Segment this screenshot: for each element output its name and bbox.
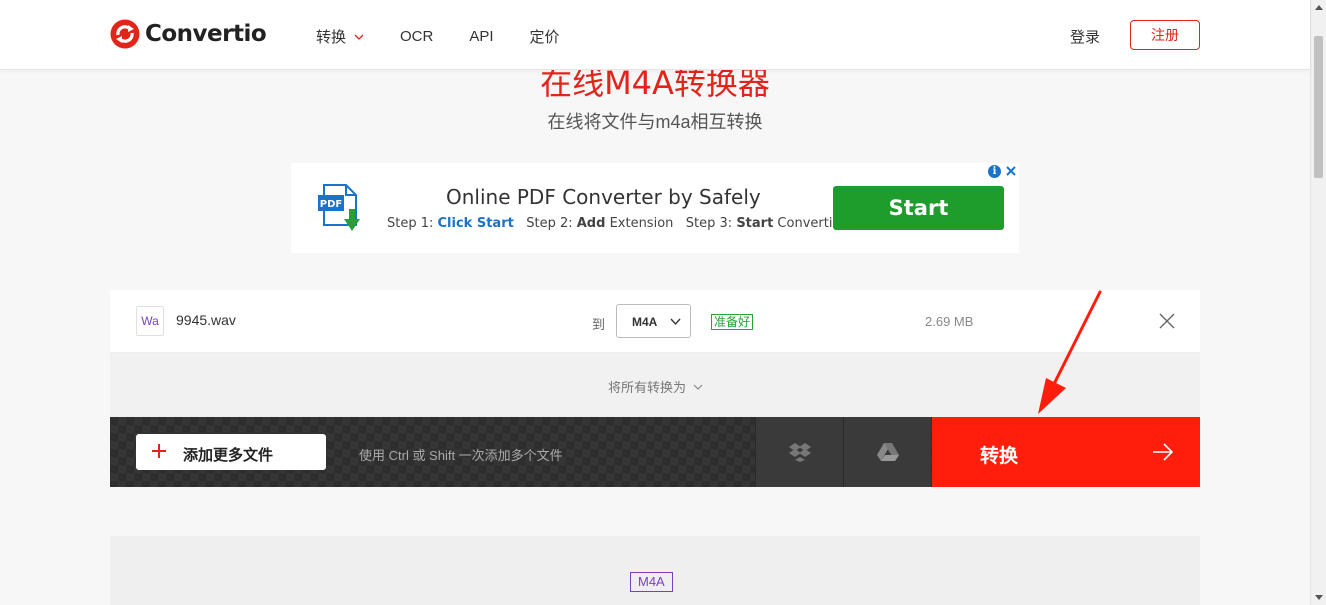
top-header: Convertio 转换 OCR API 定价 登录 注册 xyxy=(0,0,1310,70)
ad-banner[interactable]: PDF Online PDF Converter by Safely Step … xyxy=(291,163,1019,253)
close-icon[interactable] xyxy=(1158,312,1176,330)
add-more-files-button[interactable]: 添加更多文件 xyxy=(136,434,326,470)
ad-close-icon[interactable] xyxy=(1004,163,1018,179)
scroll-thumb[interactable] xyxy=(1314,36,1323,178)
file-type-badge: Wa xyxy=(136,306,164,336)
format-tag: M4A xyxy=(630,572,673,592)
dropbox-button[interactable] xyxy=(755,417,843,487)
convert-all-label: 将所有转换为 xyxy=(608,380,687,395)
add-more-files-label: 添加更多文件 xyxy=(183,447,274,464)
convert-all-dropdown[interactable]: 将所有转换为 xyxy=(608,377,703,396)
ad-title: Online PDF Converter by Safely xyxy=(446,185,761,209)
convert-button-label: 转换 xyxy=(980,446,1019,467)
main-nav: 转换 OCR API 定价 xyxy=(316,26,596,47)
format-info-section: M4A xyxy=(110,536,1200,605)
plus-icon xyxy=(152,444,166,458)
ad-start-button[interactable]: Start xyxy=(833,186,1004,230)
ad-steps: Step 1: Click Start Step 2: Add Extensio… xyxy=(387,216,849,231)
scroll-up-arrow-icon[interactable] xyxy=(1315,5,1323,10)
login-link[interactable]: 登录 xyxy=(1070,26,1100,47)
ad-step3-prefix: Step 3: xyxy=(685,216,737,231)
google-drive-icon xyxy=(877,443,899,461)
ad-step1-prefix: Step 1: xyxy=(387,216,438,231)
target-format-value: M4A xyxy=(632,315,658,329)
target-format-select[interactable]: M4A xyxy=(616,304,691,338)
google-drive-button[interactable] xyxy=(843,417,931,487)
page-subtitle: 在线将文件与m4a相互转换 xyxy=(547,112,763,132)
scroll-down-arrow-icon[interactable] xyxy=(1315,595,1323,600)
ad-step2-prefix: Step 2: xyxy=(526,216,577,231)
arrow-right-icon xyxy=(1153,443,1174,461)
pdf-icon-label: PDF xyxy=(320,199,342,210)
ad-step2-action: Add xyxy=(576,216,606,231)
logo[interactable]: Convertio xyxy=(110,19,267,49)
status-badge: 准备好 xyxy=(711,314,754,330)
nav-convert-label: 转换 xyxy=(316,29,347,46)
register-button[interactable]: 注册 xyxy=(1130,20,1200,50)
ad-step1-action: Click Start xyxy=(437,216,514,231)
ad-info-icon[interactable]: i xyxy=(988,165,1001,178)
to-label: 到 xyxy=(592,317,606,332)
chevron-down-icon xyxy=(670,318,681,326)
chevron-down-icon xyxy=(354,34,364,40)
chevron-down-icon xyxy=(693,384,703,390)
logo-icon xyxy=(110,19,140,49)
file-size: 2.69 MB xyxy=(925,314,974,329)
ad-step2-suffix: Extension xyxy=(605,216,674,231)
annotation-arrow-icon xyxy=(1038,290,1102,414)
nav-pricing[interactable]: 定价 xyxy=(530,26,560,47)
logo-text: Convertio xyxy=(145,21,267,47)
convert-button[interactable]: 转换 xyxy=(932,417,1200,487)
nav-ocr[interactable]: OCR xyxy=(400,26,433,47)
page-scrollbar[interactable] xyxy=(1310,0,1326,605)
ad-step3-action: Start xyxy=(736,216,774,231)
multi-select-hint: 使用 Ctrl 或 Shift 一次添加多个文件 xyxy=(359,448,563,463)
nav-convert[interactable]: 转换 xyxy=(316,26,364,47)
action-bar: 添加更多文件 使用 Ctrl 或 Shift 一次添加多个文件 转换 xyxy=(110,417,1200,487)
file-name: 9945.wav xyxy=(176,312,236,328)
dropbox-icon xyxy=(789,443,811,462)
nav-api[interactable]: API xyxy=(469,26,493,47)
pdf-download-icon: PDF xyxy=(318,184,360,231)
